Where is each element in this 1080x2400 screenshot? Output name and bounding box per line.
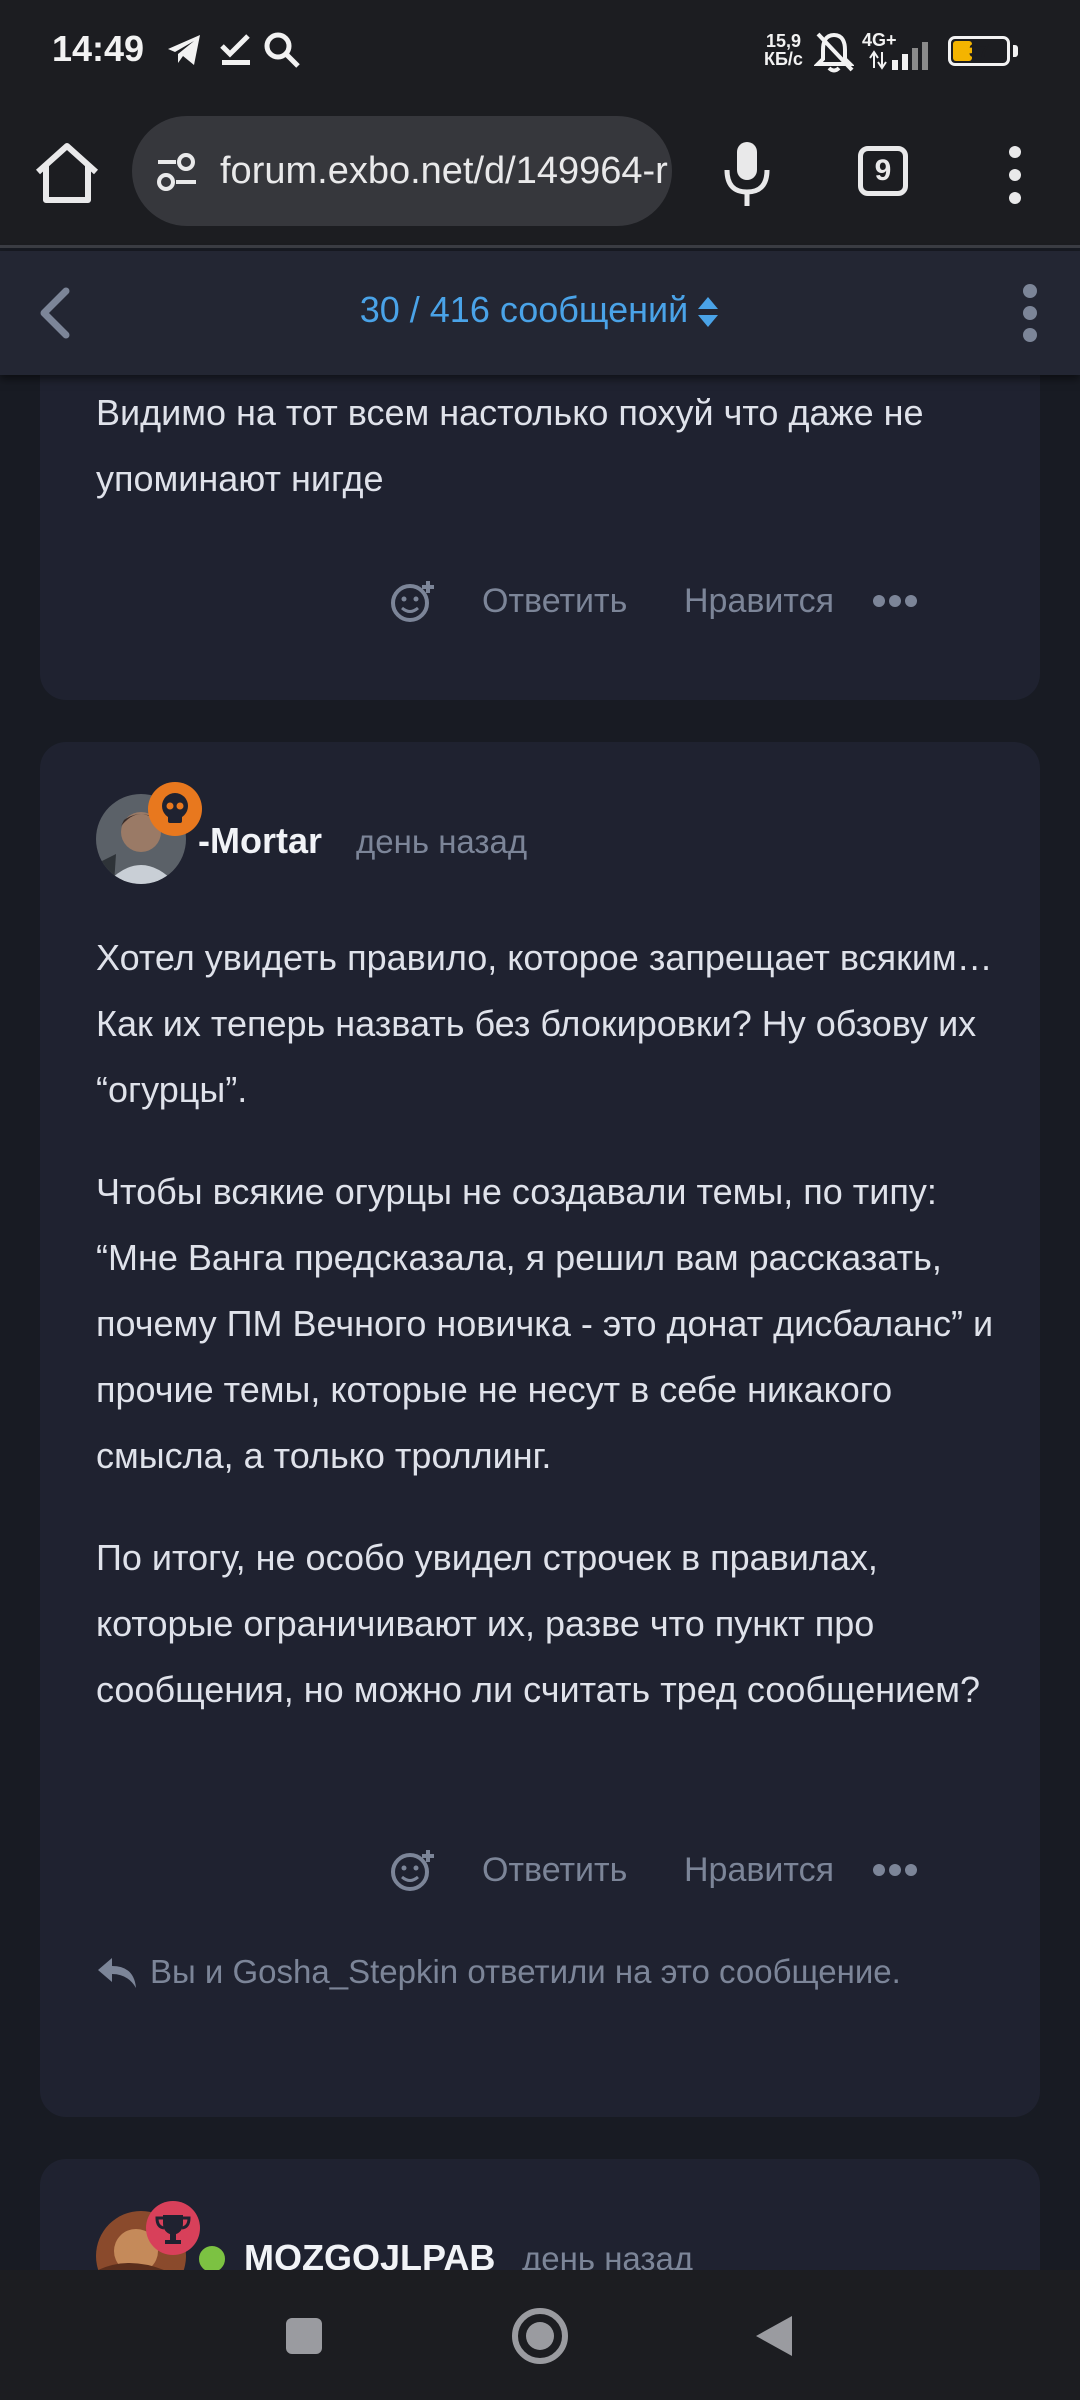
post-paragraph: По итогу, не особо увидел строчек в прав… [96,1537,981,1710]
net-speed: 15,9 КБ/с [764,31,803,69]
recent-apps-icon[interactable] [284,2316,324,2356]
post-time[interactable]: день назад [522,2240,693,2270]
trophy-icon [155,2215,191,2244]
battery-tip [1013,45,1018,57]
sort-caret-icon[interactable] [696,294,720,330]
post-author[interactable]: MOZGOJLPAB [244,2237,495,2270]
battery-indicator: 37 [948,36,1010,66]
more-options-icon[interactable] [872,593,918,609]
browser-toolbar: forum.exbo.net/d/149964-r 9 [0,100,1080,248]
user-badge [148,782,202,836]
replied-by-text[interactable]: Вы и Gosha_Stepkin ответили на это сообщ… [150,1953,901,1991]
post-card: MOZGOJLPAB день назад [40,2159,1040,2270]
home-nav-icon[interactable] [510,2306,570,2366]
post-paragraph: Видимо на тот всем настолько похуй что д… [96,392,924,499]
browser-menu-icon[interactable] [990,140,1040,210]
tab-switcher-button[interactable]: 9 [858,146,908,196]
telegram-icon [168,35,200,65]
post-scrubber[interactable]: 30 / 416 сообщений [0,289,1080,331]
post-body: Хотел увидеть правило, которое запрещает… [96,925,1016,1759]
post-time[interactable]: день назад [356,823,527,861]
url-text[interactable]: forum.exbo.net/d/149964-r [220,150,668,193]
microphone-icon[interactable] [712,136,782,210]
status-bar: 14:49 15,9 КБ/с 4G+ 37 [0,0,1080,100]
add-reaction-icon[interactable] [390,1848,436,1894]
post-card: -Mortar день назад Хотел увидеть правило… [40,742,1040,2117]
check-icon [220,34,250,65]
post-body: Видимо на тот всем настолько похуй что д… [96,380,996,548]
online-indicator [196,2243,228,2270]
reply-button[interactable]: Ответить [482,1840,627,1900]
like-button[interactable]: Нравится [684,571,834,631]
add-reaction-icon[interactable] [390,579,436,625]
like-button[interactable]: Нравится [684,1840,834,1900]
search-icon [264,32,300,68]
signal-icon [869,42,928,70]
battery-level: 37 [968,41,990,61]
more-options-icon[interactable] [872,1862,918,1878]
home-icon[interactable] [30,136,104,210]
system-nav-bar [0,2270,1080,2400]
mute-bell-icon [814,32,854,73]
post-author[interactable]: -Mortar [198,820,322,862]
post-stream: Видимо на тот всем настолько похуй что д… [0,375,1080,2270]
post-paragraph: Хотел увидеть правило, которое запрещает… [96,937,993,1110]
discussion-menu-icon[interactable] [1010,281,1050,345]
post-paragraph: Чтобы всякие огурцы не создавали темы, п… [96,1171,994,1476]
post-position[interactable]: 30 / 416 сообщений [360,289,689,330]
post-card: Видимо на тот всем настолько похуй что д… [40,375,1040,700]
user-badge [146,2201,200,2255]
site-settings-icon[interactable] [154,152,200,192]
reply-arrow-icon [98,1958,136,1988]
reply-button[interactable]: Ответить [482,571,627,631]
status-time: 14:49 [52,28,145,69]
back-nav-icon[interactable] [752,2312,796,2360]
skull-icon [162,793,188,823]
address-bar[interactable]: forum.exbo.net/d/149964-r [132,116,672,226]
forum-header: 30 / 416 сообщений [0,251,1080,375]
